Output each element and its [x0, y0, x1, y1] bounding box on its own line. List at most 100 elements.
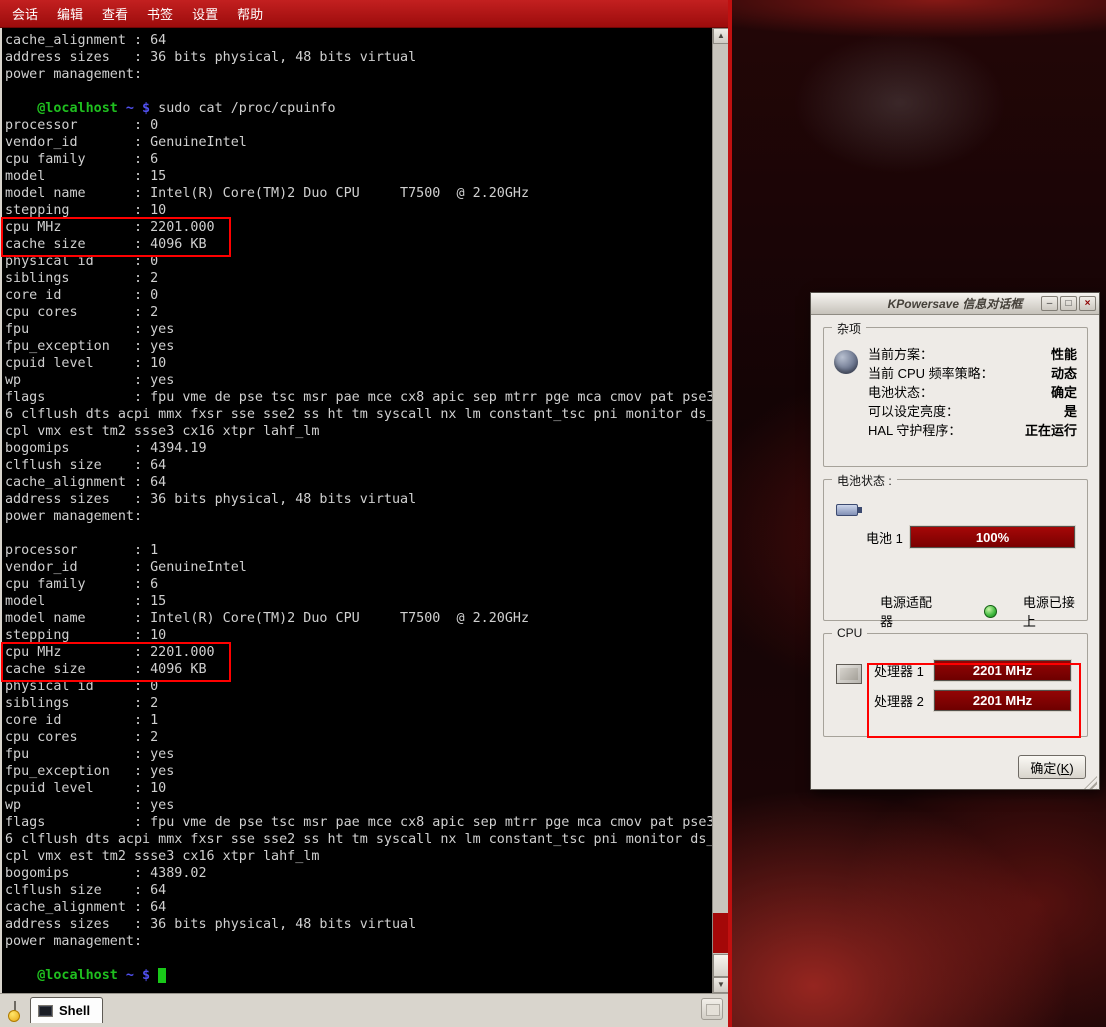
terminal-viewport[interactable]: cache_alignment : 64 address sizes : 36 b…: [2, 28, 729, 993]
terminal-text: fpu : yes: [5, 322, 174, 337]
info-row: 当前 CPU 频率策略：动态: [868, 363, 1077, 382]
battery-progressbar: 100%: [910, 526, 1075, 548]
terminal-icon: [38, 1005, 53, 1017]
terminal-text: @localhost: [37, 968, 118, 983]
terminal-text: model name : Intel(R) Core(TM)2 Duo CPU …: [5, 611, 529, 626]
terminal-line: [5, 950, 714, 967]
terminal-text: cache size : 4096 KB: [5, 237, 207, 252]
close-button[interactable]: ×: [1079, 296, 1096, 311]
info-row: 可以设定亮度：是: [868, 401, 1077, 420]
terminal-line: wp : yes: [5, 797, 714, 814]
terminal-line: model name : Intel(R) Core(TM)2 Duo CPU …: [5, 185, 714, 202]
scroll-up-button[interactable]: [713, 28, 729, 44]
terminal-line: cpu MHz : 2201.000: [5, 219, 714, 236]
terminal-text: clflush size : 64: [5, 883, 166, 898]
ac-adapter-row: 电源适配器 电源已接上: [880, 592, 1087, 630]
terminal-text: cache size : 4096 KB: [5, 662, 207, 677]
terminal-text: ~ $: [118, 101, 150, 116]
terminal-line: processor : 1: [5, 542, 714, 559]
minimize-button[interactable]: –: [1041, 296, 1058, 311]
terminal-text: fpu_exception : yes: [5, 339, 174, 354]
cpu-label: 处理器 2: [874, 691, 934, 710]
terminal-line: fpu : yes: [5, 746, 714, 763]
misc-rows: 当前方案：性能当前 CPU 频率策略：动态电池状态：确定可以设定亮度：是HAL …: [868, 344, 1077, 439]
cpu-chip-icon: [836, 664, 862, 684]
cpu-row-1: 处理器 12201 MHz: [874, 660, 1071, 681]
terminal-text: siblings : 2: [5, 696, 158, 711]
terminal-text: 6 clflush dts acpi mmx fxsr sse sse2 ss …: [5, 407, 714, 422]
terminal-text: siblings : 2: [5, 271, 158, 286]
terminal-line: cpu cores : 2: [5, 304, 714, 321]
terminal-text: cpu family : 6: [5, 152, 158, 167]
terminal-line: physical id : 0: [5, 253, 714, 270]
terminal-line: vendor_id : GenuineIntel: [5, 559, 714, 576]
terminal-text: stepping : 10: [5, 628, 166, 643]
terminal-line: siblings : 2: [5, 270, 714, 287]
menu-item-3[interactable]: 查看: [94, 2, 136, 25]
menu-item-1[interactable]: 会话: [4, 2, 46, 25]
ok-button[interactable]: 确定(K): [1018, 755, 1086, 779]
terminal-text: processor : 1: [5, 543, 158, 558]
kpowersave-dialog: KPowersave 信息对话框 – □ × 杂项 当前方案：性能当前 CPU …: [810, 292, 1100, 790]
scrollbar-thumb[interactable]: [713, 954, 729, 977]
ac-adapter-status: 电源已接上: [1023, 592, 1087, 630]
terminal-text: flags : fpu vme de pse tsc msr pae mce c…: [5, 815, 714, 830]
terminal-line: core id : 1: [5, 712, 714, 729]
menu-item-6[interactable]: 帮助: [229, 2, 271, 25]
terminal-text: wp : yes: [5, 798, 174, 813]
terminal-line: vendor_id : GenuineIntel: [5, 134, 714, 151]
terminal-text: cache_alignment : 64: [5, 475, 166, 490]
cpu-label: 处理器 1: [874, 661, 934, 680]
info-label: 可以设定亮度：: [868, 401, 959, 420]
terminal-text: power management:: [5, 509, 142, 524]
maximize-button[interactable]: □: [1060, 296, 1077, 311]
tab-shell[interactable]: Shell: [30, 997, 103, 1023]
terminal-text: cpuid level : 10: [5, 356, 166, 371]
group-cpu-legend: CPU: [832, 626, 867, 640]
terminal-text: power management:: [5, 934, 142, 949]
terminal-cursor: [158, 968, 166, 983]
menu-item-2[interactable]: 编辑: [49, 2, 91, 25]
dialog-body: 杂项 当前方案：性能当前 CPU 频率策略：动态电池状态：确定可以设定亮度：是H…: [811, 315, 1099, 791]
battery-row: 电池 1 100%: [866, 526, 1075, 548]
battery-icon: [836, 504, 858, 516]
terminal-text: cpu MHz : 2201.000: [5, 220, 215, 235]
resize-grip[interactable]: [1084, 776, 1097, 789]
info-row: HAL 守护程序：正在运行: [868, 420, 1077, 439]
terminal-line: model : 15: [5, 168, 714, 185]
terminal-line: cpl vmx est tm2 ssse3 cx16 xtpr lahf_lm: [5, 848, 714, 865]
tabbar-right-button[interactable]: [701, 998, 723, 1020]
terminal-text: wp : yes: [5, 373, 174, 388]
terminal-text: model : 15: [5, 169, 166, 184]
battery-percentage: 100%: [976, 530, 1009, 545]
cpu-row-2: 处理器 22201 MHz: [874, 690, 1071, 711]
terminal-line: power management:: [5, 66, 714, 83]
window-buttons: – □ ×: [1041, 296, 1096, 311]
terminal-line: cpuid level : 10: [5, 780, 714, 797]
terminal-line: cpu cores : 2: [5, 729, 714, 746]
power-adapter-led-icon: [984, 605, 997, 618]
info-value: 确定: [1051, 382, 1077, 401]
scroll-down-button[interactable]: [713, 977, 729, 993]
group-misc-legend: 杂项: [832, 320, 866, 337]
menu-item-4[interactable]: 书签: [139, 2, 181, 25]
terminal-text: sudo cat /proc/cpuinfo: [150, 101, 335, 116]
terminal-text: flags : fpu vme de pse tsc msr pae mce c…: [5, 390, 714, 405]
info-value: 动态: [1051, 363, 1077, 382]
terminal-line: cache size : 4096 KB: [5, 661, 714, 678]
menu-item-5[interactable]: 设置: [184, 2, 226, 25]
terminal-window: 会话编辑查看书签设置帮助 cache_alignment : 64 address…: [0, 0, 731, 1027]
terminal-text: model name : Intel(R) Core(TM)2 Duo CPU …: [5, 186, 529, 201]
terminal-text: cache_alignment : 64: [5, 33, 166, 48]
terminal-line: bogomips : 4389.02: [5, 865, 714, 882]
terminal-line: stepping : 10: [5, 202, 714, 219]
info-label: 当前方案：: [868, 344, 933, 363]
terminal-text: cpu cores : 2: [5, 730, 158, 745]
dialog-title-bar[interactable]: KPowersave 信息对话框 – □ ×: [811, 293, 1099, 315]
terminal-text: @localhost: [37, 101, 118, 116]
terminal-line: address sizes : 36 bits physical, 48 bit…: [5, 916, 714, 933]
terminal-output: cache_alignment : 64 address sizes : 36 b…: [5, 32, 714, 984]
terminal-scrollbar[interactable]: [712, 28, 729, 993]
terminal-text: clflush size : 64: [5, 458, 166, 473]
new-session-button[interactable]: [3, 997, 27, 1021]
